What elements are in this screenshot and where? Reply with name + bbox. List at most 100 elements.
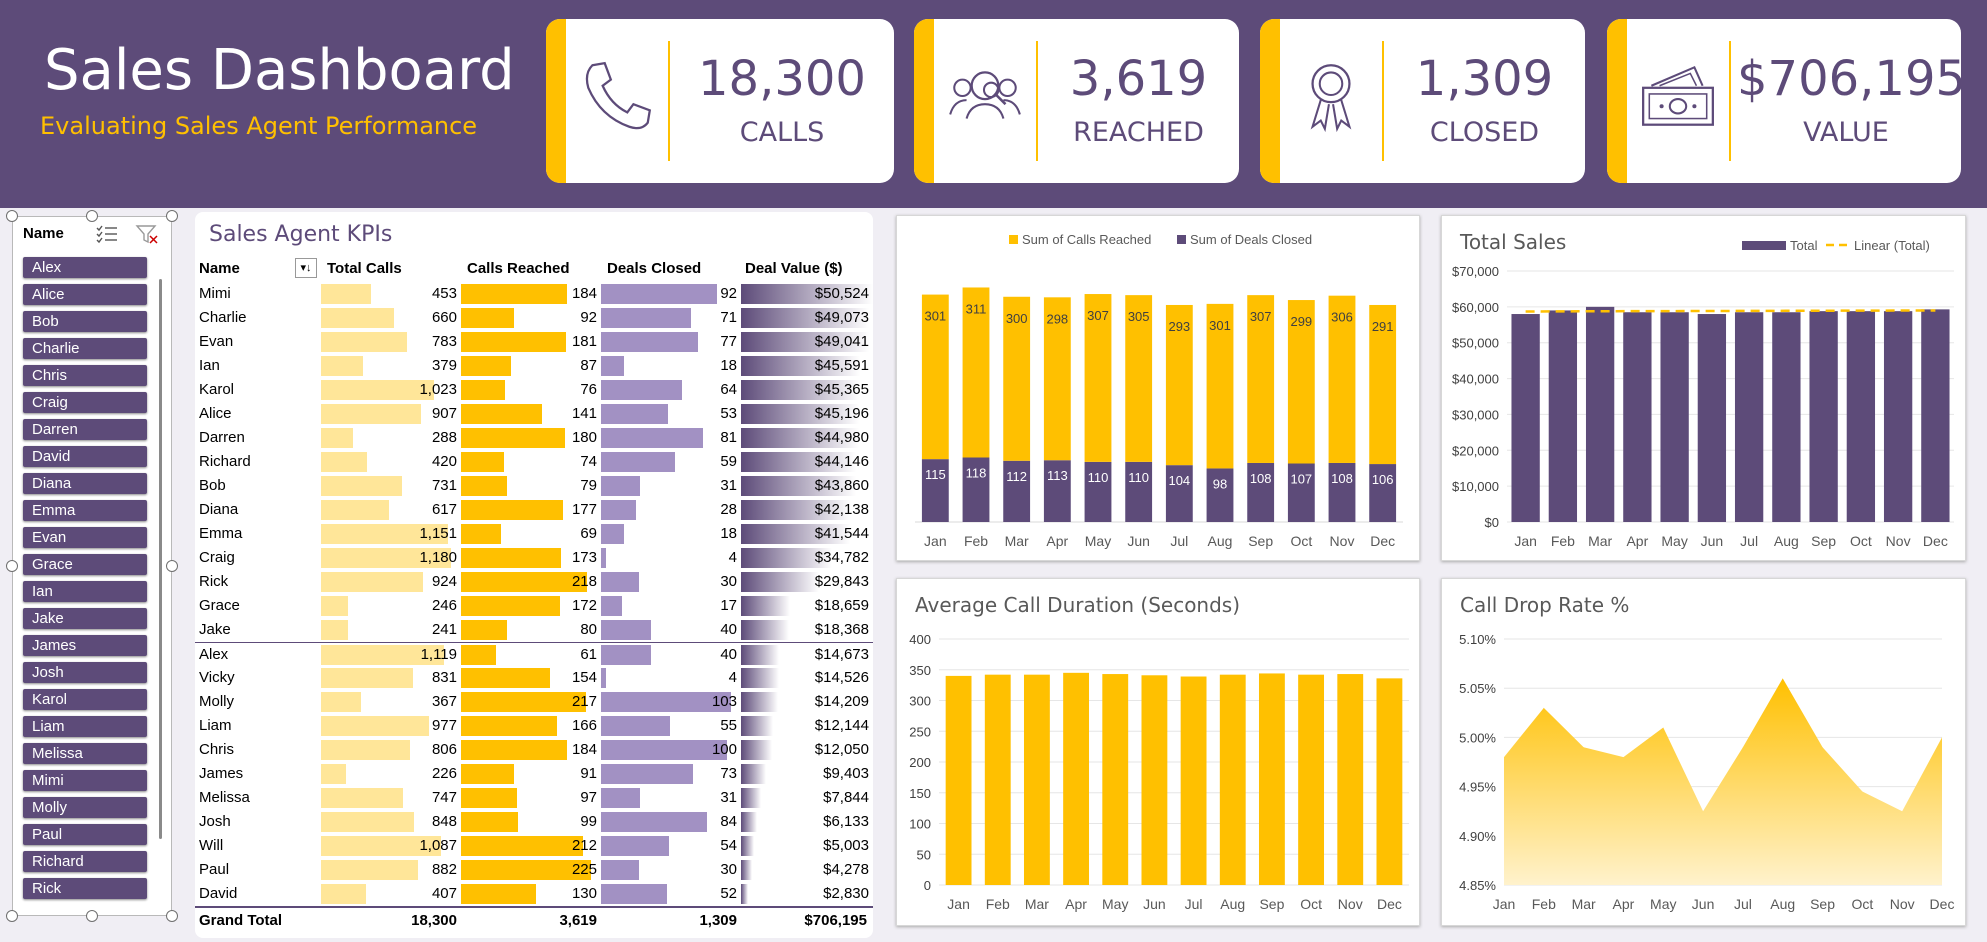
slicer-item[interactable]: Chris — [23, 365, 147, 386]
resize-handle[interactable] — [86, 910, 98, 922]
slicer-item[interactable]: Ian — [23, 581, 147, 602]
slicer-item[interactable]: Grace — [23, 554, 147, 575]
cell-value: $43,860 — [814, 477, 869, 494]
y-tick-label: 5.05% — [1459, 681, 1496, 696]
slicer-item[interactable]: Diana — [23, 473, 147, 494]
cell-value: 173 — [571, 549, 597, 566]
slicer-item[interactable]: David — [23, 446, 147, 467]
bar-total — [1921, 309, 1950, 522]
cell-value: $44,146 — [741, 452, 873, 472]
cell-value: 747 — [431, 789, 457, 806]
slicer-item[interactable]: Craig — [23, 392, 147, 413]
resize-handle[interactable] — [166, 560, 178, 572]
slicer-item[interactable]: Richard — [23, 851, 147, 872]
data-bar — [601, 500, 636, 520]
y-tick-label: 4.90% — [1459, 829, 1496, 844]
slicer-item[interactable]: Josh — [23, 662, 147, 683]
cell-value: 53 — [720, 405, 737, 422]
multi-select-icon[interactable] — [95, 223, 119, 245]
cell-closed: 4 — [601, 668, 741, 688]
slicer-item[interactable]: Darren — [23, 419, 147, 440]
data-bar — [461, 716, 557, 736]
cell-value: 172 — [571, 597, 597, 614]
resize-handle[interactable] — [86, 210, 98, 222]
table-row: Will 1,087 212 54 $5,003 — [195, 834, 873, 858]
x-tick-label: Nov — [1886, 533, 1911, 549]
cell-value: $45,196 — [814, 405, 869, 422]
cell-value: $34,782 — [741, 548, 873, 568]
clear-filter-icon[interactable] — [135, 223, 159, 245]
data-bar — [461, 668, 550, 688]
cell-value: $49,041 — [814, 333, 869, 350]
kpi-value: 18,300 — [698, 51, 866, 107]
slicer-item[interactable]: James — [23, 635, 147, 656]
slicer-item[interactable]: Jake — [23, 608, 147, 629]
cell-calls: 288 — [321, 428, 461, 448]
x-tick-label: Dec — [1930, 896, 1955, 912]
resize-handle[interactable] — [166, 910, 178, 922]
slicer-item[interactable]: Alice — [23, 284, 147, 305]
resize-handle[interactable] — [6, 560, 18, 572]
kpi-value: 3,619 — [1069, 51, 1208, 107]
table-row: Ian 379 87 18 $45,591 — [195, 354, 873, 378]
slicer-item[interactable]: Bob — [23, 311, 147, 332]
x-tick-label: Aug — [1770, 896, 1795, 912]
kpi-divider — [1036, 41, 1038, 161]
agent-name: James — [199, 765, 244, 782]
data-bar — [601, 596, 622, 616]
x-tick-label: May — [1661, 533, 1687, 549]
data-label-calls-reached: 307 — [1087, 308, 1109, 323]
table-row: Rick 924 218 30 $29,843 — [195, 570, 873, 594]
slicer-item[interactable]: Mimi — [23, 770, 147, 791]
bar-avg-duration — [1337, 674, 1364, 885]
data-bar — [321, 332, 407, 352]
resize-handle[interactable] — [6, 210, 18, 222]
cell-value: $6,133 — [823, 813, 869, 830]
grand-total-reached: 3,619 — [559, 912, 597, 929]
data-bar — [321, 860, 418, 880]
cell-reached: 87 — [461, 356, 601, 376]
cell-value: $45,196 — [741, 404, 873, 424]
chart-title: Average Call Duration (Seconds) — [915, 593, 1241, 617]
slicer-item[interactable]: Charlie — [23, 338, 147, 359]
kpi-divider — [668, 41, 670, 161]
kpi-card-value: $706,195 VALUE — [1607, 19, 1961, 183]
x-tick-label: Jun — [1692, 896, 1715, 912]
sort-filter-icon[interactable]: ▾↓ — [295, 258, 317, 278]
cell-value: 69 — [580, 525, 597, 542]
col-header-closed: Deals Closed — [607, 260, 702, 277]
data-bar — [321, 284, 371, 304]
data-bar — [601, 836, 669, 856]
cell-reached: 154 — [461, 668, 601, 688]
bar-avg-duration — [1219, 674, 1246, 885]
cell-value: 226 — [431, 765, 457, 782]
cell-value: $45,591 — [741, 356, 873, 376]
agent-name: Alice — [199, 405, 232, 422]
slicer-item[interactable]: Evan — [23, 527, 147, 548]
agent-name: Melissa — [199, 789, 250, 806]
cell-value: $6,133 — [741, 812, 873, 832]
resize-handle[interactable] — [166, 210, 178, 222]
y-tick-label: $10,000 — [1452, 479, 1499, 494]
data-bar — [461, 428, 565, 448]
cell-reached: 80 — [461, 620, 601, 640]
slicer-item[interactable]: Emma — [23, 500, 147, 521]
slicer-item[interactable]: Molly — [23, 797, 147, 818]
cell-value: $44,980 — [814, 429, 869, 446]
slicer-scrollbar[interactable] — [159, 279, 162, 839]
resize-handle[interactable] — [6, 910, 18, 922]
x-tick-label: Jul — [1734, 896, 1752, 912]
slicer-item[interactable]: Liam — [23, 716, 147, 737]
x-tick-label: Apr — [1626, 533, 1648, 549]
x-tick-label: Feb — [1532, 896, 1556, 912]
slicer-item[interactable]: Alex — [23, 257, 147, 278]
kpi-value: $706,195 — [1737, 51, 1961, 107]
slicer-item[interactable]: Rick — [23, 878, 147, 899]
slicer-item[interactable]: Melissa — [23, 743, 147, 764]
phone-icon — [585, 61, 652, 130]
slicer-item[interactable]: Paul — [23, 824, 147, 845]
name-slicer[interactable]: Name Alex Alice Bob Charlie Chris Craig Darren… — [12, 216, 172, 916]
data-bar — [461, 836, 583, 856]
y-tick-label: 300 — [909, 694, 931, 709]
slicer-item[interactable]: Karol — [23, 689, 147, 710]
